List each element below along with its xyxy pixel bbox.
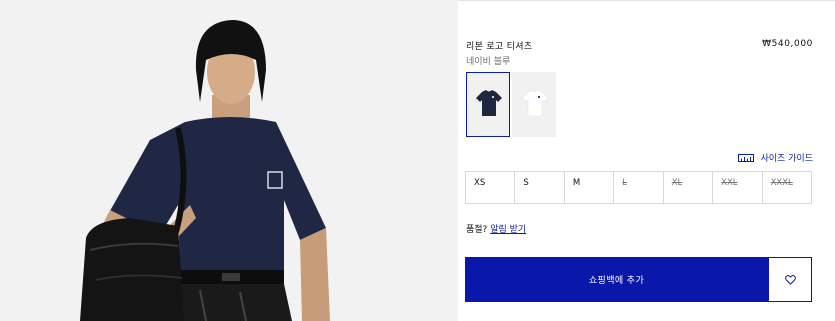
size-option-xs[interactable]: XS bbox=[466, 172, 516, 204]
notify-me-link[interactable]: 알림 받기 bbox=[490, 225, 526, 235]
out-of-stock-notice: 품절? 알림 받기 bbox=[466, 222, 526, 235]
out-of-stock-text: 품절? bbox=[466, 225, 488, 235]
color-name: 네이비 블루 bbox=[466, 57, 511, 67]
size-option-xl[interactable]: XL bbox=[663, 172, 714, 204]
swatch-navy[interactable] bbox=[466, 72, 510, 137]
size-guide-label: 사이즈 가이드 bbox=[760, 154, 813, 164]
tshirt-navy-icon bbox=[476, 90, 502, 116]
product-info-panel: 리본 로고 티셔츠 ₩540,000 네이비 블루 사이즈 가이드 XS S M… bbox=[458, 0, 835, 321]
product-title: 리본 로고 티셔츠 bbox=[466, 42, 533, 52]
size-option-xxxl[interactable]: XXXL bbox=[762, 172, 812, 204]
divider bbox=[458, 0, 835, 1]
add-to-cart-button[interactable]: 쇼핑백에 추가 bbox=[465, 257, 768, 302]
swatch-white[interactable] bbox=[512, 72, 556, 137]
ruler-icon bbox=[738, 153, 755, 162]
tshirt-white-icon bbox=[521, 89, 549, 117]
heart-icon bbox=[784, 274, 796, 285]
product-price: ₩540,000 bbox=[762, 39, 813, 49]
product-image bbox=[0, 0, 458, 321]
size-guide-link[interactable]: 사이즈 가이드 bbox=[738, 151, 813, 164]
size-option-m[interactable]: M bbox=[564, 172, 615, 204]
size-option-xxl[interactable]: XXL bbox=[713, 172, 763, 204]
size-option-l[interactable]: L bbox=[614, 172, 664, 204]
model-photo bbox=[0, 0, 458, 321]
size-option-s[interactable]: S bbox=[515, 172, 565, 204]
size-selector: XS S M L XL XXL XXXL bbox=[465, 171, 812, 204]
wishlist-button[interactable] bbox=[768, 257, 812, 302]
